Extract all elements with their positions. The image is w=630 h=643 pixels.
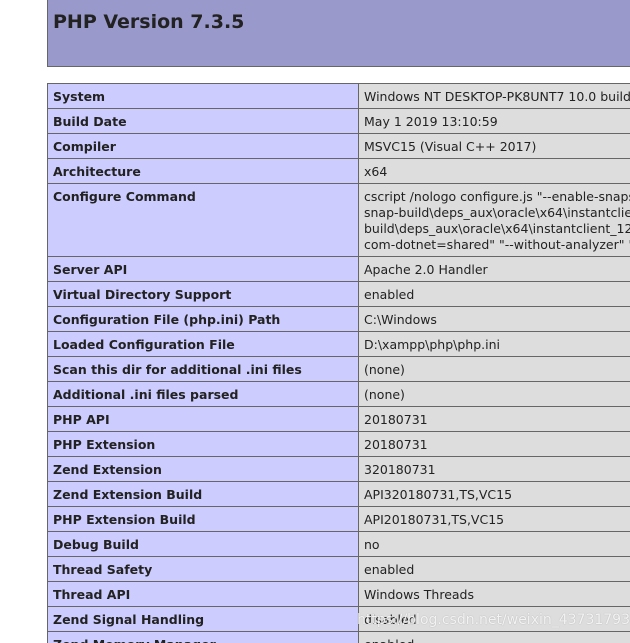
row-key: Additional .ini files parsed [47, 381, 359, 407]
row-value: x64 [358, 158, 630, 184]
row-key: System [47, 83, 359, 109]
row-key: Thread API [47, 581, 359, 607]
row-key: Scan this dir for additional .ini files [47, 356, 359, 382]
table-row: Thread API Windows Threads [47, 581, 630, 607]
row-key: Architecture [47, 158, 359, 184]
table-row: System Windows NT DESKTOP-PK8UNT7 10.0 bu… [47, 83, 630, 109]
php-version-header: PHP Version 7.3.5 [47, 0, 630, 67]
row-key: Server API [47, 256, 359, 282]
table-row: PHP API 20180731 [47, 406, 630, 432]
row-value: API20180731,TS,VC15 [358, 506, 630, 532]
table-row: Thread Safety enabled [47, 556, 630, 582]
row-key: Virtual Directory Support [47, 281, 359, 307]
row-value: 20180731 [358, 431, 630, 457]
row-key: Debug Build [47, 531, 359, 557]
row-key: Build Date [47, 108, 359, 134]
row-key: Zend Extension Build [47, 481, 359, 507]
table-row: Zend Extension 320180731 [47, 456, 630, 482]
row-value: 320180731 [358, 456, 630, 482]
row-key: Zend Extension [47, 456, 359, 482]
phpinfo-page: PHP Version 7.3.5 System Windows NT DESKT… [0, 0, 630, 643]
row-key: Compiler [47, 133, 359, 159]
row-key: PHP Extension [47, 431, 359, 457]
row-key: Configure Command [47, 183, 359, 257]
row-value: May 1 2019 13:10:59 [358, 108, 630, 134]
table-row: Architecture x64 [47, 158, 630, 184]
row-value: Windows Threads [358, 581, 630, 607]
row-value: (none) [358, 381, 630, 407]
row-value: cscript /nologo configure.js "--enable-s… [358, 183, 630, 257]
page-title: PHP Version 7.3.5 [53, 11, 245, 33]
row-key: PHP Extension Build [47, 506, 359, 532]
row-value: D:\xampp\php\php.ini [358, 331, 630, 357]
phpinfo-table-body: System Windows NT DESKTOP-PK8UNT7 10.0 bu… [47, 83, 630, 643]
table-row: Configure Command cscript /nologo configu… [47, 183, 630, 257]
row-value-line: com-dotnet=shared" "--without-analyzer" … [364, 237, 630, 252]
table-row: Server API Apache 2.0 Handler [47, 256, 630, 282]
row-value: disabled [358, 606, 630, 632]
row-key: Thread Safety [47, 556, 359, 582]
table-row: PHP Extension 20180731 [47, 431, 630, 457]
table-row: Scan this dir for additional .ini files(… [47, 356, 630, 382]
row-value: API320180731,TS,VC15 [358, 481, 630, 507]
table-row: Zend Signal Handling disabled [47, 606, 630, 632]
table-row: Build Date May 1 2019 13:10:59 [47, 108, 630, 134]
row-value: enabled [358, 556, 630, 582]
table-row: Additional .ini files parsed (none) [47, 381, 630, 407]
row-key: Zend Signal Handling [47, 606, 359, 632]
phpinfo-table: System Windows NT DESKTOP-PK8UNT7 10.0 bu… [47, 83, 630, 643]
row-key: Loaded Configuration File [47, 331, 359, 357]
table-row: Compiler MSVC15 (Visual C++ 2017) [47, 133, 630, 159]
row-value: MSVC15 (Visual C++ 2017) [358, 133, 630, 159]
row-value: no [358, 531, 630, 557]
row-value-line: snap-build\deps_aux\oracle\x64\instantcl… [364, 205, 630, 220]
row-value: enabled [358, 281, 630, 307]
table-row: Zend Extension Build API320180731,TS,VC15 [47, 481, 630, 507]
table-row: PHP Extension Build API20180731,TS,VC15 [47, 506, 630, 532]
row-value-line: build\deps_aux\oracle\x64\instantclient_… [364, 221, 630, 236]
table-row: Zend Memory Managerenabled [47, 631, 630, 643]
row-value: 20180731 [358, 406, 630, 432]
row-key: PHP API [47, 406, 359, 432]
table-row: Loaded Configuration File D:\xampp\php\ph… [47, 331, 630, 357]
row-key: Configuration File (php.ini) Path [47, 306, 359, 332]
table-row: Virtual Directory Support enabled [47, 281, 630, 307]
row-value: enabled [358, 631, 630, 643]
table-row: Debug Build no [47, 531, 630, 557]
table-row: Configuration File (php.ini) Path C:\Wind… [47, 306, 630, 332]
row-value-line: cscript /nologo configure.js "--enable-s… [364, 189, 630, 204]
row-value: (none) [358, 356, 630, 382]
row-value: Apache 2.0 Handler [358, 256, 630, 282]
row-key: Zend Memory Manager [47, 631, 359, 643]
row-value: C:\Windows [358, 306, 630, 332]
row-value: Windows NT DESKTOP-PK8UNT7 10.0 build 18 [358, 83, 630, 109]
